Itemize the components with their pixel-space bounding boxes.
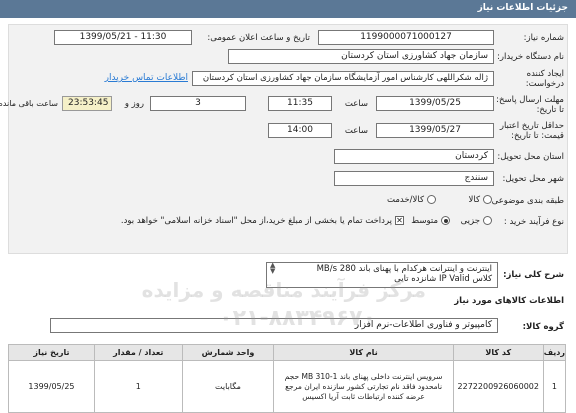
buyer-contact-link[interactable]: اطلاعات تماس خریدار	[105, 73, 188, 83]
creator-label-2: درخواست:	[525, 79, 564, 89]
days-field[interactable]: 3	[150, 96, 246, 111]
summary-label: شرح کلی نیاز:	[503, 270, 564, 280]
col-row: ردیف	[542, 344, 567, 361]
city-label: شهر محل تحویل:	[502, 174, 564, 184]
goods-table: ردیف کد کالا نام کالا واحد شمارش تعداد /…	[8, 344, 567, 413]
col-code: کد کالا	[452, 344, 544, 361]
cell-code: 2272200926060002	[452, 360, 544, 413]
radio-selected-icon	[441, 216, 450, 225]
cell-name: سرویس اینترنت داخلی پهنای باند 1-MB 310 …	[273, 360, 454, 413]
cell-date: 1399/05/25	[8, 360, 95, 413]
reply-deadline-label: مهلت ارسال پاسخ:	[496, 95, 564, 105]
validity-date-field[interactable]: 1399/05/27	[376, 123, 494, 138]
col-qty: تعداد / مقدار	[93, 344, 183, 361]
col-unit: واحد شمارش	[181, 344, 275, 361]
creator-label: ایجاد کننده	[526, 69, 564, 79]
category-label: طبقه بندی موضوعی:	[488, 196, 564, 206]
remaining-time-field: 23:53:45	[62, 96, 112, 111]
reply-time-field[interactable]: 11:35	[268, 96, 332, 111]
buyer-field[interactable]: سازمان جهاد کشاورزی استان کردستان	[228, 49, 494, 64]
process-option-minor[interactable]: جزیی	[461, 216, 492, 226]
validity-label-2: قیمت: تا تاریخ:	[511, 131, 564, 141]
reply-deadline-label-2: تا تاریخ:	[536, 105, 564, 115]
days-label: روز و	[124, 99, 144, 109]
goods-group-field[interactable]: کامپیوتر و فناوری اطلاعات-نرم افزار	[50, 318, 498, 333]
creator-field[interactable]: ژاله شکراللهی کارشناس امور آزمایشگاه ساز…	[192, 71, 494, 86]
remaining-label: ساعت باقی مانده	[0, 99, 58, 108]
goods-group-label: گروه کالا:	[522, 322, 564, 332]
need-number-field[interactable]: 1199000071000127	[318, 30, 494, 45]
summary-line-2: کلاس IP Valid شانزده تایی	[394, 274, 492, 284]
city-field[interactable]: سنندج	[334, 171, 494, 186]
col-name: نام کالا	[273, 344, 454, 361]
buyer-label: نام دستگاه خریدار:	[497, 52, 564, 62]
need-number-label: شماره نیاز:	[523, 33, 564, 43]
process-option-medium[interactable]: متوسط	[411, 216, 450, 226]
announce-label: تاریخ و ساعت اعلان عمومی:	[207, 33, 310, 43]
validity-time-label: ساعت	[344, 126, 368, 136]
reply-time-label: ساعت	[344, 99, 368, 109]
payment-note[interactable]: ✕پرداخت تمام یا بخشی از مبلغ خرید،از محل…	[121, 216, 404, 226]
col-date: تاریخ نیاز	[8, 344, 95, 361]
summary-textarea[interactable]: اینترنت و اینترانت هرکدام با پهنای باند …	[266, 262, 498, 288]
category-option-goods[interactable]: کالا	[469, 195, 492, 205]
reply-date-field[interactable]: 1399/05/25	[376, 96, 494, 111]
radio-icon	[483, 195, 492, 204]
province-label: استان محل تحویل:	[497, 152, 564, 162]
validity-time-field[interactable]: 14:00	[268, 123, 332, 138]
radio-icon	[483, 216, 492, 225]
announce-field[interactable]: 1399/05/21 - 11:30	[54, 30, 192, 45]
checkbox-icon: ✕	[395, 216, 404, 225]
validity-label: حداقل تاریخ اعتبار	[499, 121, 564, 131]
summary-line-1: اینترنت و اینترانت هرکدام با پهنای باند …	[316, 264, 492, 274]
process-label: نوع فرآیند خرید :	[503, 217, 564, 227]
radio-icon	[427, 195, 436, 204]
cell-row: 1	[542, 360, 567, 413]
cell-qty: 1	[93, 360, 183, 413]
goods-section-title: اطلاعات کالاهای مورد نیاز	[454, 296, 564, 306]
scroll-arrows-icon[interactable]: ▲ ▼	[270, 262, 275, 275]
category-option-goods-service[interactable]: کالا/خدمت	[387, 195, 436, 205]
page-title: جزئیات اطلاعات نیاز	[0, 0, 576, 18]
province-field[interactable]: کردستان	[334, 149, 494, 164]
cell-unit: مگابایت	[181, 360, 275, 413]
table-row[interactable]: 1 2272200926060002 سرویس اینترنت داخلی پ…	[8, 360, 567, 413]
table-header-row: ردیف کد کالا نام کالا واحد شمارش تعداد /…	[8, 344, 567, 361]
